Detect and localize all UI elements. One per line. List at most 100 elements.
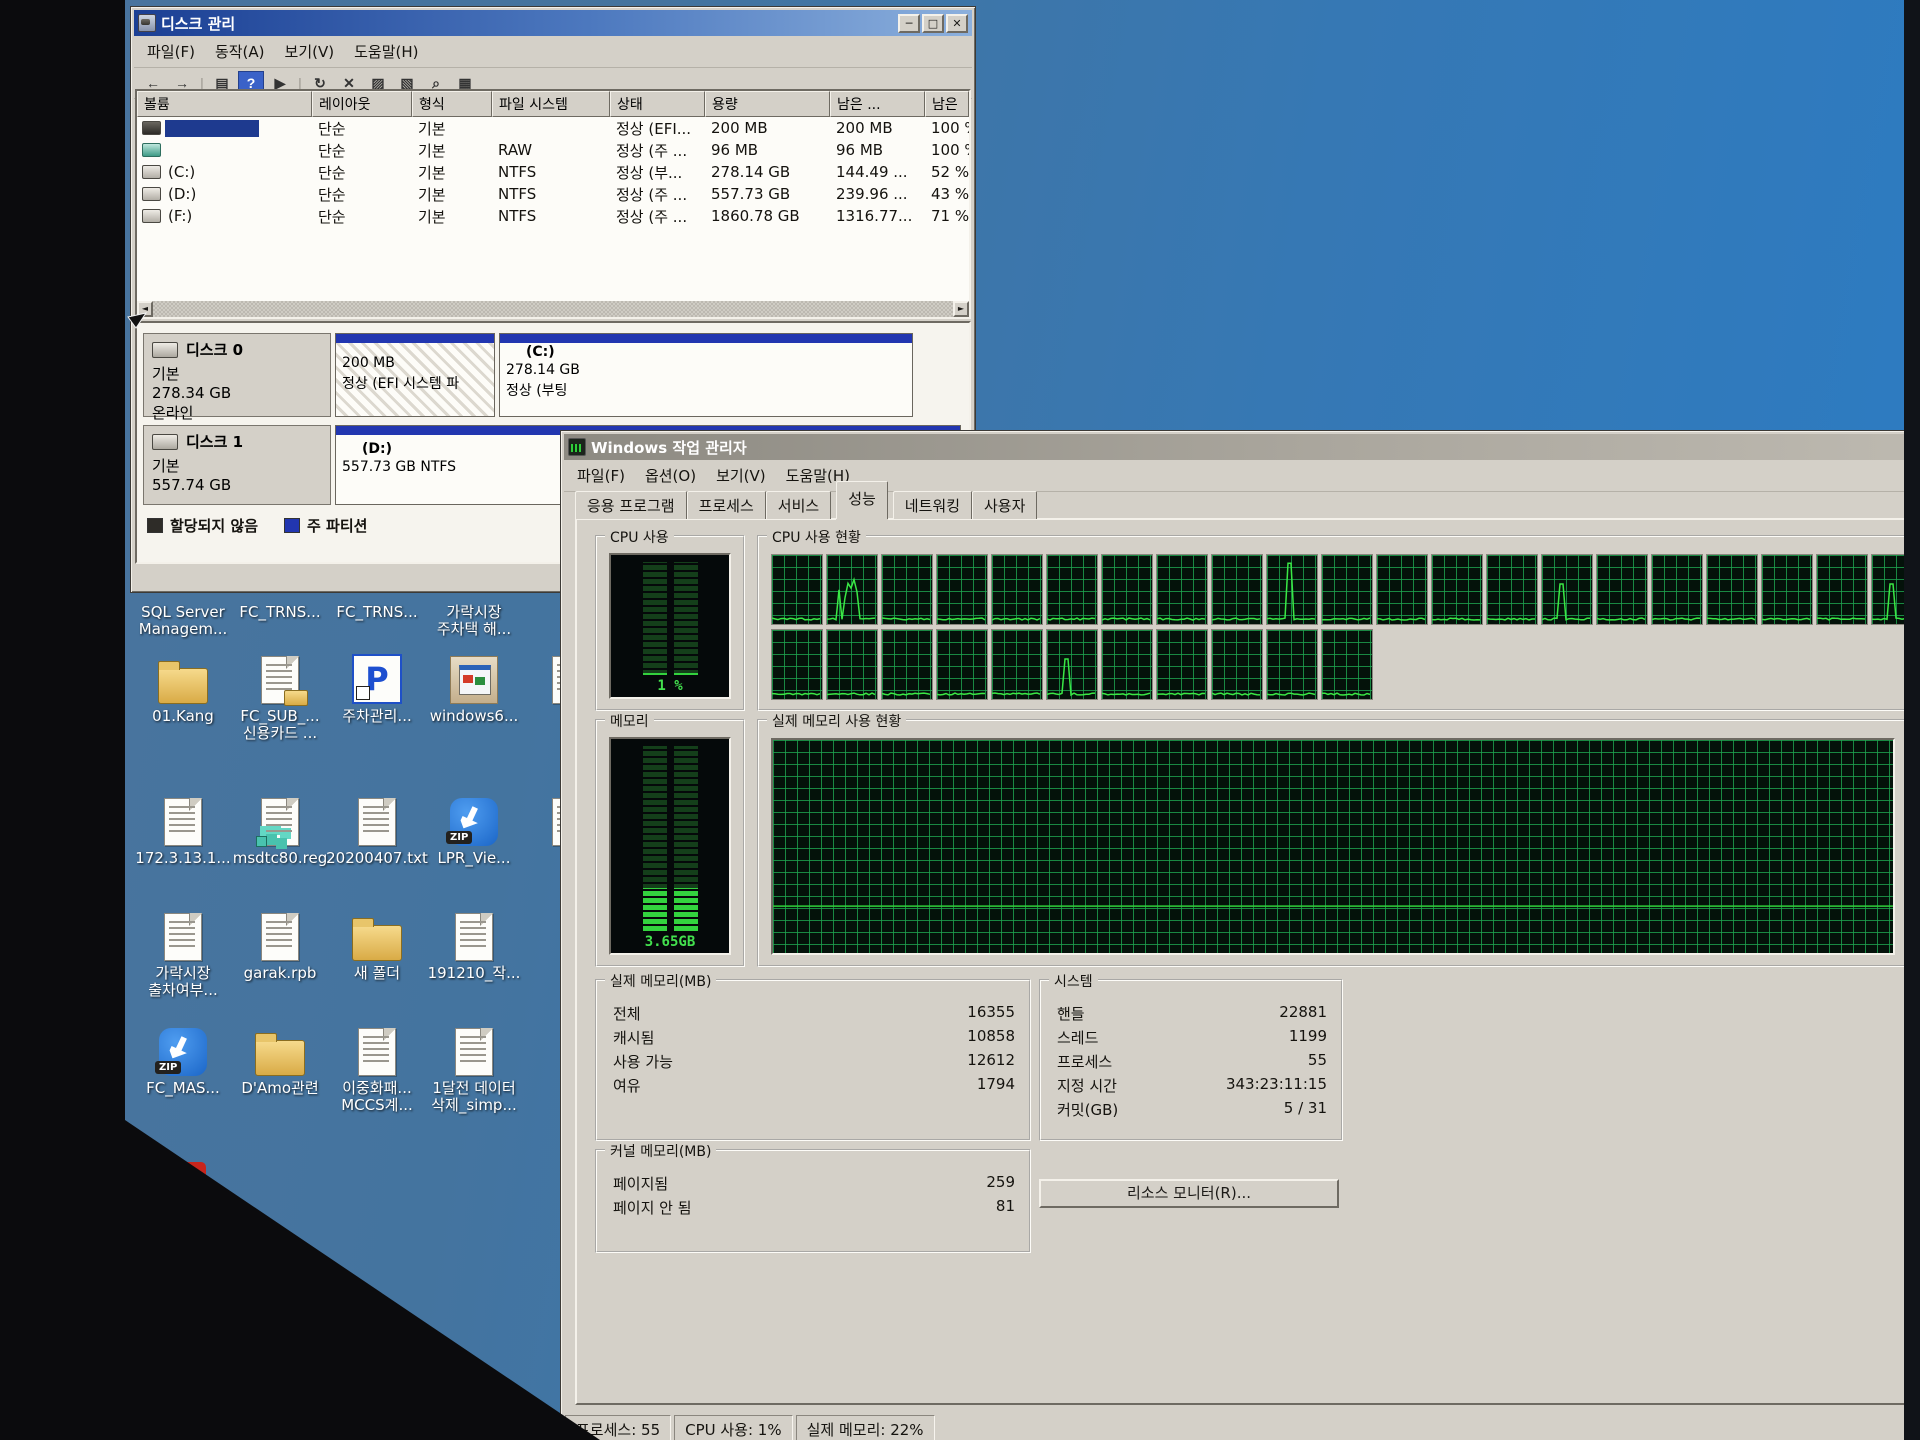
resource-monitor-button[interactable]: 리소스 모니터(R)... (1039, 1179, 1339, 1208)
stat-value: 343:23:11:15 (1226, 1075, 1327, 1096)
cpu-core-graph (1816, 554, 1868, 625)
maximize-button[interactable]: □ (922, 14, 944, 33)
status-cell: CPU 사용: 1% (674, 1415, 793, 1440)
stat-value: 81 (996, 1197, 1015, 1218)
desktop-icon-label: FC_TRNS... (239, 604, 320, 621)
tab[interactable]: 네트워킹 (893, 491, 972, 519)
desktop-icon[interactable]: ZIPFC_MAS... (135, 1018, 231, 1097)
cpu-core-graph (1706, 554, 1758, 625)
scrollbar-track[interactable] (153, 301, 953, 317)
volume-row[interactable]: (F:) 단순 기본 NTFS 정상 (주 ... 1860.78 GB 131… (137, 205, 969, 227)
horizontal-scrollbar[interactable]: ◄ ► (137, 301, 969, 317)
column-header[interactable]: 파일 시스템 (492, 91, 610, 117)
status-cell: 프로세스: 55 (565, 1415, 671, 1440)
desktop-icon[interactable]: 가락시장 출차여부... (135, 903, 231, 1000)
desktop-icon[interactable]: SQL Server Managem... (135, 600, 231, 639)
disk1-name: 디스크 1 (186, 431, 243, 452)
volume-row[interactable]: (C:) 단순 기본 NTFS 정상 (부... 278.14 GB 144.4… (137, 161, 969, 183)
desktop-icon[interactable]: 새 폴더 (329, 903, 425, 982)
desktop-icon[interactable]: FC_SUB_... 신용카드 ... (232, 646, 328, 743)
desktop-icon[interactable]: 172.3.13.1... (135, 788, 231, 867)
reg-icon (261, 798, 299, 846)
menu-item[interactable]: 보기(V) (276, 39, 344, 64)
desktop-icon[interactable]: 20200407.txt (329, 788, 425, 867)
menu-item[interactable]: 옵션(O) (636, 463, 705, 488)
tab[interactable]: 사용자 (972, 491, 1037, 519)
desktop-icon[interactable]: 1달전 데이터 삭제_simp... (426, 1018, 522, 1115)
desktop-icon-label: 가락시장 출차여부... (148, 965, 218, 1000)
desktop-icon[interactable]: windows6... (426, 646, 522, 725)
groupbox-label: CPU 사용 현황 (767, 527, 866, 547)
cpu-core-graph (881, 629, 933, 700)
volume-row[interactable]: 단순 기본 RAW 정상 (주 ... 96 MB 96 MB 100 % (137, 139, 969, 161)
menu-item[interactable]: 도움말(H) (345, 39, 427, 64)
c-partition[interactable]: (C:) 278.14 GB 정상 (부팅 (499, 333, 913, 417)
memory-meter: 3.65GB (609, 737, 731, 955)
desktop-icon[interactable]: 이중화패... MCCS계... (329, 1018, 425, 1115)
desktop-icon[interactable]: 01.Kang (135, 646, 231, 725)
groupbox-label: CPU 사용 (605, 527, 674, 547)
stat-label: 커밋(GB) (1057, 1099, 1118, 1120)
stat-row: 핸들22881 (1057, 1001, 1327, 1025)
partition-status: 정상 (부팅 (500, 379, 912, 401)
tab[interactable]: 서비스 (766, 491, 831, 519)
memory-group: 메모리 3.65GB (595, 719, 745, 967)
tab[interactable]: 프로세스 (687, 491, 766, 519)
groupbox-label: 메모리 (605, 711, 654, 731)
stat-label: 페이지 안 됨 (613, 1197, 692, 1218)
desktop-icon-label: FC_TRNS... (336, 604, 417, 621)
tab[interactable]: 성능 (836, 481, 888, 519)
column-header[interactable]: 상태 (610, 91, 705, 117)
disk1-size: 557.74 GB (152, 476, 322, 494)
efi-partition[interactable]: 200 MB 정상 (EFI 시스템 파 (335, 333, 495, 417)
desktop-icon[interactable]: garak.rpb (232, 903, 328, 982)
title-bar[interactable]: 디스크 관리 ─ □ ✕ (134, 10, 972, 36)
desktop-icon[interactable]: FC_TRNS... (329, 600, 425, 621)
tab[interactable]: 응용 프로그램 (575, 491, 687, 519)
volume-rows: 단순 기본 정상 (EFI... 200 MB 200 MB 100 % 단순 (137, 117, 969, 227)
volume-layout: 단순 (312, 118, 412, 139)
disk1-info[interactable]: 디스크 1 기본 557.74 GB (143, 425, 331, 505)
menu-item[interactable]: 파일(F) (138, 39, 204, 64)
minimize-button[interactable]: ─ (898, 14, 920, 33)
volume-type: 기본 (412, 162, 492, 183)
disk0-info[interactable]: 디스크 0 기본 278.34 GB 온라인 (143, 333, 331, 417)
column-header[interactable]: 남은 ... (830, 91, 925, 117)
column-header[interactable]: 남은 (925, 91, 969, 117)
cpu-core-graph (1211, 629, 1263, 700)
primary-partition-swatch (284, 518, 300, 533)
cpu-core-graph (1486, 554, 1538, 625)
volume-row[interactable]: (D:) 단순 기본 NTFS 정상 (주 ... 557.73 GB 239.… (137, 183, 969, 205)
stat-value: 55 (1308, 1051, 1327, 1072)
column-header[interactable]: 볼륨 (137, 91, 312, 117)
desktop-icon[interactable]: 191210_작... (426, 903, 522, 982)
title-bar[interactable]: Windows 작업 관리자 (564, 434, 1920, 460)
desktop-icon[interactable]: FC_TRNS... (232, 600, 328, 621)
desktop-icon-label: SQL Server Managem... (139, 604, 228, 639)
volume-free-pct: 100 % (925, 119, 969, 137)
desktop-icon[interactable]: ZIPLPR_Vie... (426, 788, 522, 867)
desktop-icon[interactable] (135, 1140, 231, 1202)
column-header[interactable]: 용량 (705, 91, 830, 117)
stat-row: 스레드1199 (1057, 1025, 1327, 1049)
menu-item[interactable]: 파일(F) (568, 463, 634, 488)
desktop-icon[interactable]: msdtc80.reg (232, 788, 328, 867)
close-button[interactable]: ✕ (946, 14, 968, 33)
desktop-icon[interactable]: 주차관리... (329, 646, 425, 725)
cpu-core-graph (881, 554, 933, 625)
volume-capacity: 1860.78 GB (705, 207, 830, 225)
groupbox-label: 실제 메모리 사용 현황 (767, 711, 906, 731)
menu-item[interactable]: 보기(V) (707, 463, 775, 488)
scroll-right-button[interactable]: ► (953, 301, 969, 317)
column-header[interactable]: 레이아웃 (312, 91, 412, 117)
legend-primary: 주 파티션 (284, 515, 367, 536)
partition-size: 200 MB (336, 343, 494, 372)
desktop-icon[interactable]: 가락시장 주차택 해... (426, 600, 522, 639)
column-header[interactable]: 형식 (412, 91, 492, 117)
menu-item[interactable]: 동작(A) (206, 39, 274, 64)
disk0-status: 온라인 (152, 402, 322, 423)
task-manager-window: Windows 작업 관리자 파일(F)옵션(O)보기(V)도움말(H) 응용 … (560, 430, 1920, 1440)
desktop-icon[interactable]: D'Amo관련 (232, 1018, 328, 1097)
volume-row[interactable]: 단순 기본 정상 (EFI... 200 MB 200 MB 100 % (137, 117, 969, 139)
cpu-core-graph (991, 554, 1043, 625)
